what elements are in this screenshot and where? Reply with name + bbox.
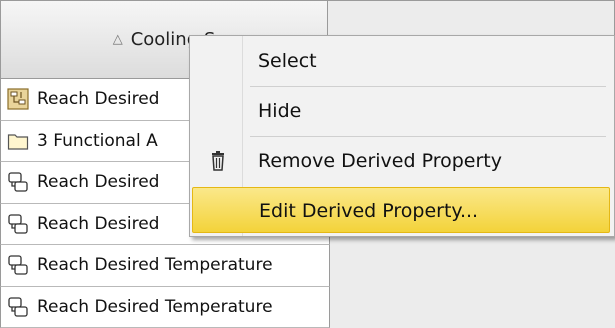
folder-icon (7, 130, 29, 152)
function-element-icon (7, 88, 29, 110)
menu-item-select[interactable]: Select (192, 38, 610, 84)
derived-property-icon (7, 213, 29, 235)
sort-ascending-icon: △ (112, 32, 123, 47)
menu-item-label: Hide (258, 100, 302, 122)
context-menu: Select Hide Remove Derived Property Edit… (189, 35, 615, 237)
trash-icon (208, 150, 228, 172)
row-label: Reach Desired (37, 213, 160, 234)
row-label: Reach Desired (37, 172, 160, 193)
menu-item-label: Edit Derived Property... (259, 200, 479, 222)
derived-property-icon (7, 171, 29, 193)
menu-item-label: Select (258, 50, 317, 72)
menu-item-label: Remove Derived Property (258, 150, 502, 172)
menu-separator (250, 136, 606, 137)
row-label: Reach Desired (37, 89, 160, 110)
menu-separator (250, 86, 606, 87)
menu-item-edit-derived-property[interactable]: Edit Derived Property... (192, 187, 610, 233)
row-label: Reach Desired Temperature (37, 296, 273, 317)
derived-property-icon (7, 254, 29, 276)
menu-item-remove-derived-property[interactable]: Remove Derived Property (192, 138, 610, 184)
row-label: 3 Functional A (37, 130, 158, 151)
menu-item-hide[interactable]: Hide (192, 88, 610, 134)
row-label: Reach Desired Temperature (37, 255, 273, 276)
derived-property-icon (7, 296, 29, 318)
table-row[interactable]: Reach Desired Temperature (0, 286, 330, 328)
table-row[interactable]: Reach Desired Temperature (0, 245, 330, 287)
